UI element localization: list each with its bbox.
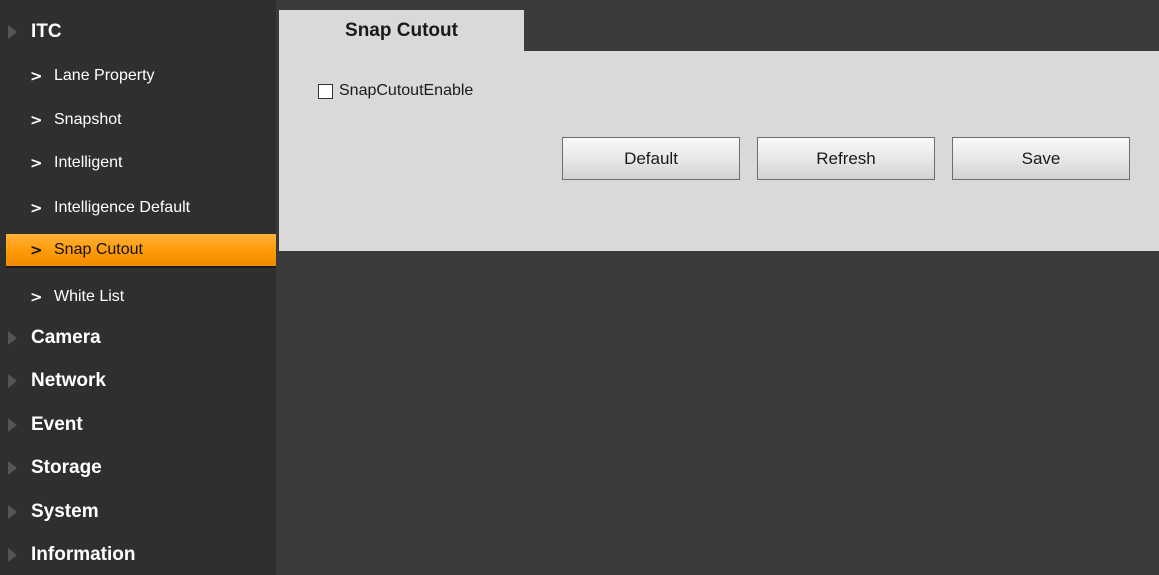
chevron-right-icon: >	[30, 288, 43, 306]
default-button[interactable]: Default	[562, 137, 740, 180]
chevron-right-icon: >	[30, 111, 43, 129]
chevron-right-icon: >	[30, 241, 43, 259]
sidebar-item-label: Lane Property	[54, 67, 155, 84]
sidebar-item-label: Camera	[31, 327, 101, 348]
expand-triangle-icon	[8, 331, 17, 345]
sidebar-item-label: White List	[54, 288, 125, 305]
sidebar-item-label: Snap Cutout	[54, 241, 143, 258]
tab-snap-cutout[interactable]: Snap Cutout	[279, 10, 524, 51]
sidebar-item-network[interactable]: Network	[0, 360, 276, 402]
sidebar-item-camera[interactable]: Camera	[0, 317, 276, 359]
sidebar-item-event[interactable]: Event	[0, 404, 276, 446]
snap-cutout-enable-row: SnapCutoutEnable	[318, 82, 473, 100]
sidebar-item-label: Event	[31, 414, 83, 435]
sidebar-item-storage[interactable]: Storage	[0, 447, 276, 489]
expand-triangle-icon	[8, 461, 17, 475]
app-window: ITC > Lane Property > Snapshot > Intelli…	[0, 0, 1159, 575]
sidebar-item-label: Storage	[31, 457, 102, 478]
sidebar-item-intelligence-default[interactable]: > Intelligence Default	[0, 187, 276, 229]
chevron-right-icon: >	[30, 67, 43, 85]
sidebar-item-label: Intelligent	[54, 154, 123, 171]
sidebar-item-snap-cutout[interactable]: > Snap Cutout	[6, 234, 276, 268]
expand-triangle-icon	[8, 548, 17, 562]
expand-triangle-icon	[8, 418, 17, 432]
snap-cutout-enable-checkbox[interactable]	[318, 83, 333, 99]
expand-triangle-icon	[8, 505, 17, 519]
sidebar-item-intelligent[interactable]: > Intelligent	[0, 142, 276, 184]
sidebar-item-label: ITC	[31, 21, 62, 42]
save-button[interactable]: Save	[952, 137, 1130, 180]
sidebar-item-snapshot[interactable]: > Snapshot	[0, 99, 276, 141]
sidebar-item-system[interactable]: System	[0, 491, 276, 533]
chevron-right-icon: >	[30, 154, 43, 172]
sidebar: ITC > Lane Property > Snapshot > Intelli…	[0, 0, 276, 575]
sidebar-item-itc[interactable]: ITC	[0, 11, 276, 53]
expand-triangle-icon	[8, 374, 17, 388]
sidebar-item-label: Information	[31, 544, 136, 565]
sidebar-item-information[interactable]: Information	[0, 534, 276, 575]
sidebar-item-label: System	[31, 501, 99, 522]
sidebar-item-lane-property[interactable]: > Lane Property	[0, 55, 276, 97]
expand-triangle-icon	[8, 25, 17, 39]
snap-cutout-enable-label: SnapCutoutEnable	[339, 82, 474, 99]
sidebar-item-white-list[interactable]: > White List	[0, 276, 276, 318]
refresh-button[interactable]: Refresh	[757, 137, 935, 180]
sidebar-item-label: Intelligence Default	[54, 199, 191, 216]
chevron-right-icon: >	[30, 199, 43, 217]
sidebar-item-label: Network	[31, 370, 106, 391]
sidebar-item-label: Snapshot	[54, 111, 122, 128]
